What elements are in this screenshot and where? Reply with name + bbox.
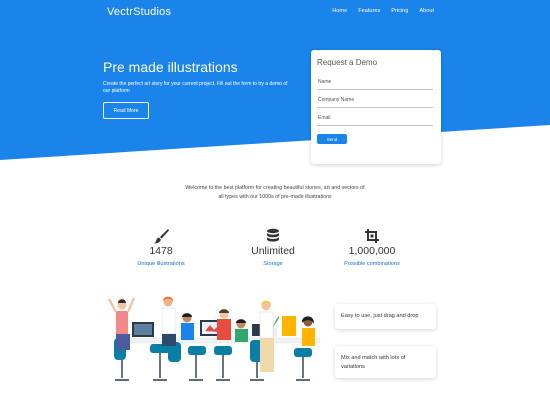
stat-value: 1,000,000 — [348, 245, 396, 257]
name-field-underline — [317, 89, 433, 90]
email-field-underline — [317, 125, 433, 126]
team-working-illustration — [107, 296, 321, 381]
nav-link-home[interactable]: Home — [332, 8, 347, 14]
nav-link-about[interactable]: About — [419, 8, 434, 14]
nav-links: Home Features Pricing About — [332, 8, 434, 14]
email-input[interactable] — [317, 116, 433, 125]
stat-label: Possible combinations — [344, 261, 400, 267]
hero-subtitle: Create the perfect art story for your cu… — [103, 81, 288, 94]
crop-icon — [365, 229, 379, 243]
name-input[interactable] — [317, 80, 433, 89]
demo-form-title: Request a Demo — [317, 58, 378, 67]
stat-label: Unique illustrations — [137, 261, 185, 267]
database-icon — [267, 228, 279, 242]
demo-request-card: Request a Demo Name Company Name Email S… — [311, 50, 441, 164]
feature-card-drag-drop: Easy to use, just drag and drop — [335, 304, 436, 329]
hero-title: Pre made illustrations — [103, 59, 238, 75]
send-button[interactable]: Send — [317, 134, 347, 144]
feature-text: Easy to use, just drag and drop — [341, 313, 419, 319]
stat-possible-combinations: 1,000,000 Possible combinations — [312, 228, 432, 267]
company-name-field-underline — [317, 107, 433, 108]
feature-card-variations: Mix and match with lots of variations — [335, 346, 436, 378]
company-name-input[interactable] — [317, 98, 433, 107]
stat-value: 1478 — [149, 245, 173, 257]
feature-text: Mix and match with lots of variations — [341, 355, 406, 370]
stat-unique-illustrations: 1478 Unique illustrations — [101, 228, 221, 267]
brand-logo[interactable]: VectrStudios — [107, 6, 171, 18]
nav-link-pricing[interactable]: Pricing — [391, 8, 408, 14]
brush-icon — [154, 229, 169, 244]
welcome-text: Welcome to the best platform for creatin… — [185, 185, 365, 200]
read-more-button[interactable]: Read More — [103, 102, 149, 119]
nav-link-features[interactable]: Features — [358, 8, 380, 14]
navbar: VectrStudios Home Features Pricing About — [0, 0, 550, 26]
